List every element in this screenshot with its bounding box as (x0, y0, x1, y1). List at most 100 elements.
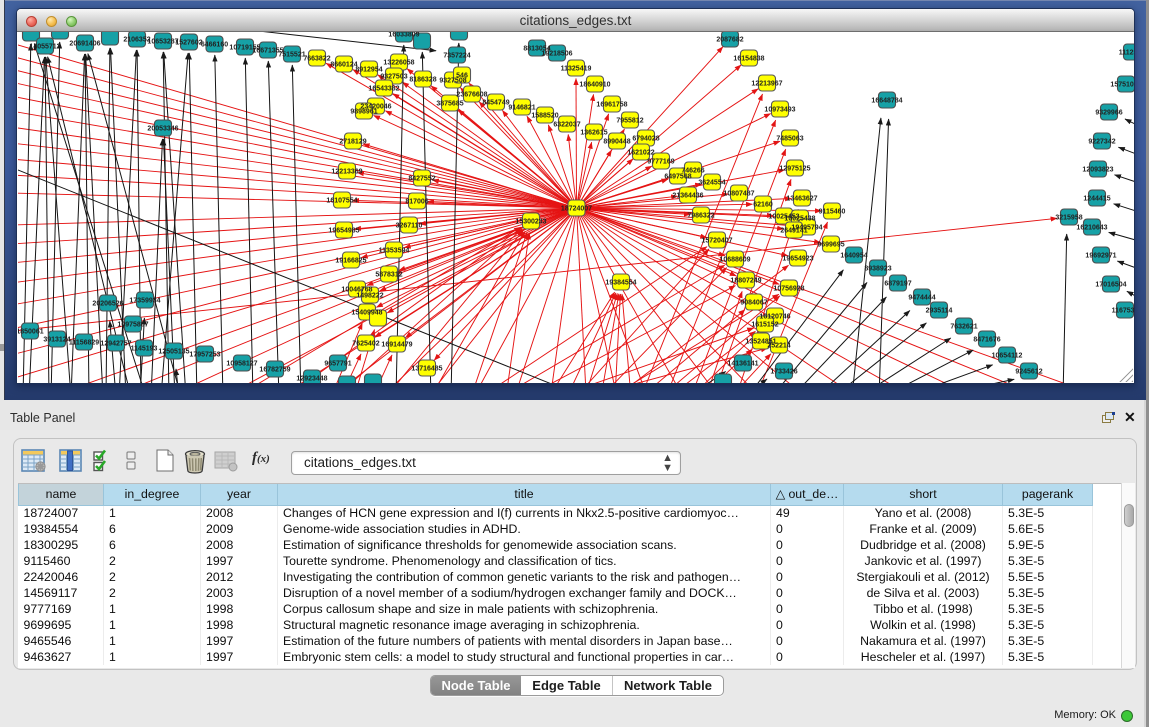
svg-text:8912954: 8912954 (355, 66, 382, 73)
svg-text:2087682: 2087682 (716, 36, 743, 43)
svg-text:13716485: 13716485 (411, 365, 442, 372)
svg-text:10756928: 10756928 (773, 285, 804, 292)
svg-text:5878312: 5878312 (375, 271, 402, 278)
svg-text:8427552: 8427552 (408, 175, 435, 182)
svg-text:3267110: 3267110 (396, 222, 423, 229)
svg-text:10654112: 10654112 (992, 352, 1023, 359)
svg-text:19166825: 19166825 (335, 257, 366, 264)
svg-text:9146821: 9146821 (508, 104, 535, 111)
svg-text:1621022: 1621022 (627, 149, 654, 156)
svg-text:1615152: 1615152 (751, 321, 778, 328)
svg-text:10973493: 10973493 (764, 106, 795, 113)
svg-text:6322037: 6322037 (553, 121, 580, 128)
svg-text:10807487: 10807487 (723, 190, 754, 197)
svg-text:9327503: 9327503 (380, 73, 407, 80)
svg-text:19654985: 19654985 (328, 227, 359, 234)
svg-text:16107554: 16107554 (326, 197, 357, 204)
svg-text:12213369: 12213369 (331, 168, 362, 175)
svg-text:9084067: 9084067 (740, 299, 767, 306)
svg-text:16914479: 16914479 (381, 341, 412, 348)
svg-text:8471676: 8471676 (973, 336, 1000, 343)
svg-text:1145193: 1145193 (131, 345, 158, 352)
svg-text:9227342: 9227342 (1088, 138, 1115, 145)
svg-text:19384554: 19384554 (605, 279, 636, 286)
svg-text:2649141: 2649141 (780, 227, 807, 234)
svg-text:10025438: 10025438 (784, 215, 815, 222)
svg-text:9699695: 9699695 (817, 241, 844, 248)
svg-text:6879197: 6879197 (884, 280, 911, 287)
svg-text:7955812: 7955812 (616, 117, 643, 124)
svg-text:13226058: 13226058 (383, 59, 414, 66)
svg-text:12975125: 12975125 (779, 165, 810, 172)
svg-text:9657791: 9657791 (324, 360, 351, 367)
svg-text:20691406: 20691406 (69, 40, 100, 47)
svg-text:14136141: 14136141 (727, 360, 758, 367)
svg-text:18807249: 18807249 (730, 277, 761, 284)
svg-text:3215958: 3215958 (1055, 214, 1082, 221)
svg-text:12505135: 12505135 (158, 348, 189, 355)
svg-text:19218506: 19218506 (541, 50, 572, 57)
svg-text:817006: 817006 (405, 198, 428, 205)
svg-text:17957253: 17957253 (189, 351, 220, 358)
svg-text:18640910: 18640910 (579, 81, 610, 88)
svg-text:15720407: 15720407 (701, 237, 732, 244)
svg-text:15751074: 15751074 (1110, 81, 1134, 88)
svg-text:8186328: 8186328 (409, 76, 436, 83)
svg-text:16120746: 16120746 (759, 313, 790, 320)
svg-text:16033809: 16033809 (388, 32, 419, 38)
svg-text:6497568: 6497568 (664, 173, 691, 180)
svg-text:10958127: 10958127 (226, 360, 257, 367)
svg-text:7663822: 7663822 (303, 55, 330, 62)
svg-text:16154838: 16154838 (733, 55, 764, 62)
svg-text:2935114: 2935114 (926, 307, 953, 314)
svg-text:7515521: 7515521 (278, 51, 305, 58)
svg-text:10688609: 10688609 (719, 256, 750, 263)
svg-text:12942757: 12942757 (100, 340, 131, 347)
svg-text:19692971: 19692971 (1085, 252, 1116, 259)
svg-text:2718129: 2718129 (339, 138, 366, 145)
svg-text:16543382: 16543382 (368, 85, 399, 92)
svg-text:7986322: 7986322 (687, 212, 714, 219)
svg-text:8454749: 8454749 (482, 99, 509, 106)
svg-text:10653287: 10653287 (147, 38, 178, 45)
svg-text:1244415: 1244415 (1083, 195, 1110, 202)
svg-text:21364436: 21364436 (672, 192, 703, 199)
svg-text:1588520: 1588520 (531, 112, 558, 119)
svg-text:15409948: 15409948 (351, 309, 382, 316)
svg-text:1850061: 1850061 (18, 328, 44, 335)
svg-text:9245612: 9245612 (1015, 368, 1042, 375)
svg-text:546: 546 (456, 72, 468, 79)
svg-text:16782759: 16782759 (259, 366, 290, 373)
svg-text:20206526: 20206526 (92, 300, 123, 307)
svg-text:11325419: 11325419 (561, 65, 592, 72)
svg-text:3913124: 3913124 (43, 336, 70, 343)
svg-text:12213967: 12213967 (751, 80, 782, 87)
svg-text:18724007: 18724007 (561, 205, 592, 212)
svg-text:19654923: 19654923 (782, 255, 813, 262)
svg-text:10975867: 10975867 (117, 321, 148, 328)
svg-text:13463627: 13463627 (786, 195, 817, 202)
svg-text:7632621: 7632621 (950, 323, 977, 330)
svg-text:11353594: 11353594 (379, 247, 410, 254)
svg-text:9474444: 9474444 (908, 294, 935, 301)
svg-text:9115460: 9115460 (819, 208, 846, 215)
svg-text:15300233: 15300233 (515, 218, 546, 225)
svg-text:12923448: 12923448 (296, 375, 327, 382)
svg-text:1527602: 1527602 (175, 39, 202, 46)
svg-text:252214: 252214 (767, 342, 790, 349)
svg-text:6794028: 6794028 (632, 135, 659, 142)
svg-text:1112541: 1112541 (1119, 49, 1134, 56)
svg-text:9898961: 9898961 (350, 108, 377, 115)
svg-text:9329966: 9329966 (1095, 109, 1122, 116)
svg-text:12093823: 12093823 (1082, 166, 1113, 173)
svg-text:1167533: 1167533 (1112, 307, 1134, 314)
svg-text:16961758: 16961758 (596, 101, 627, 108)
svg-text:6466160: 6466160 (201, 41, 228, 48)
svg-text:1362615: 1362615 (580, 129, 607, 136)
svg-text:62160: 62160 (753, 201, 773, 208)
svg-text:16210643: 16210643 (1076, 224, 1107, 231)
svg-text:17016504: 17016504 (1095, 281, 1126, 288)
svg-text:8660124: 8660124 (330, 61, 357, 68)
svg-text:16648784: 16648784 (871, 97, 902, 104)
svg-text:8990448: 8990448 (603, 138, 630, 145)
